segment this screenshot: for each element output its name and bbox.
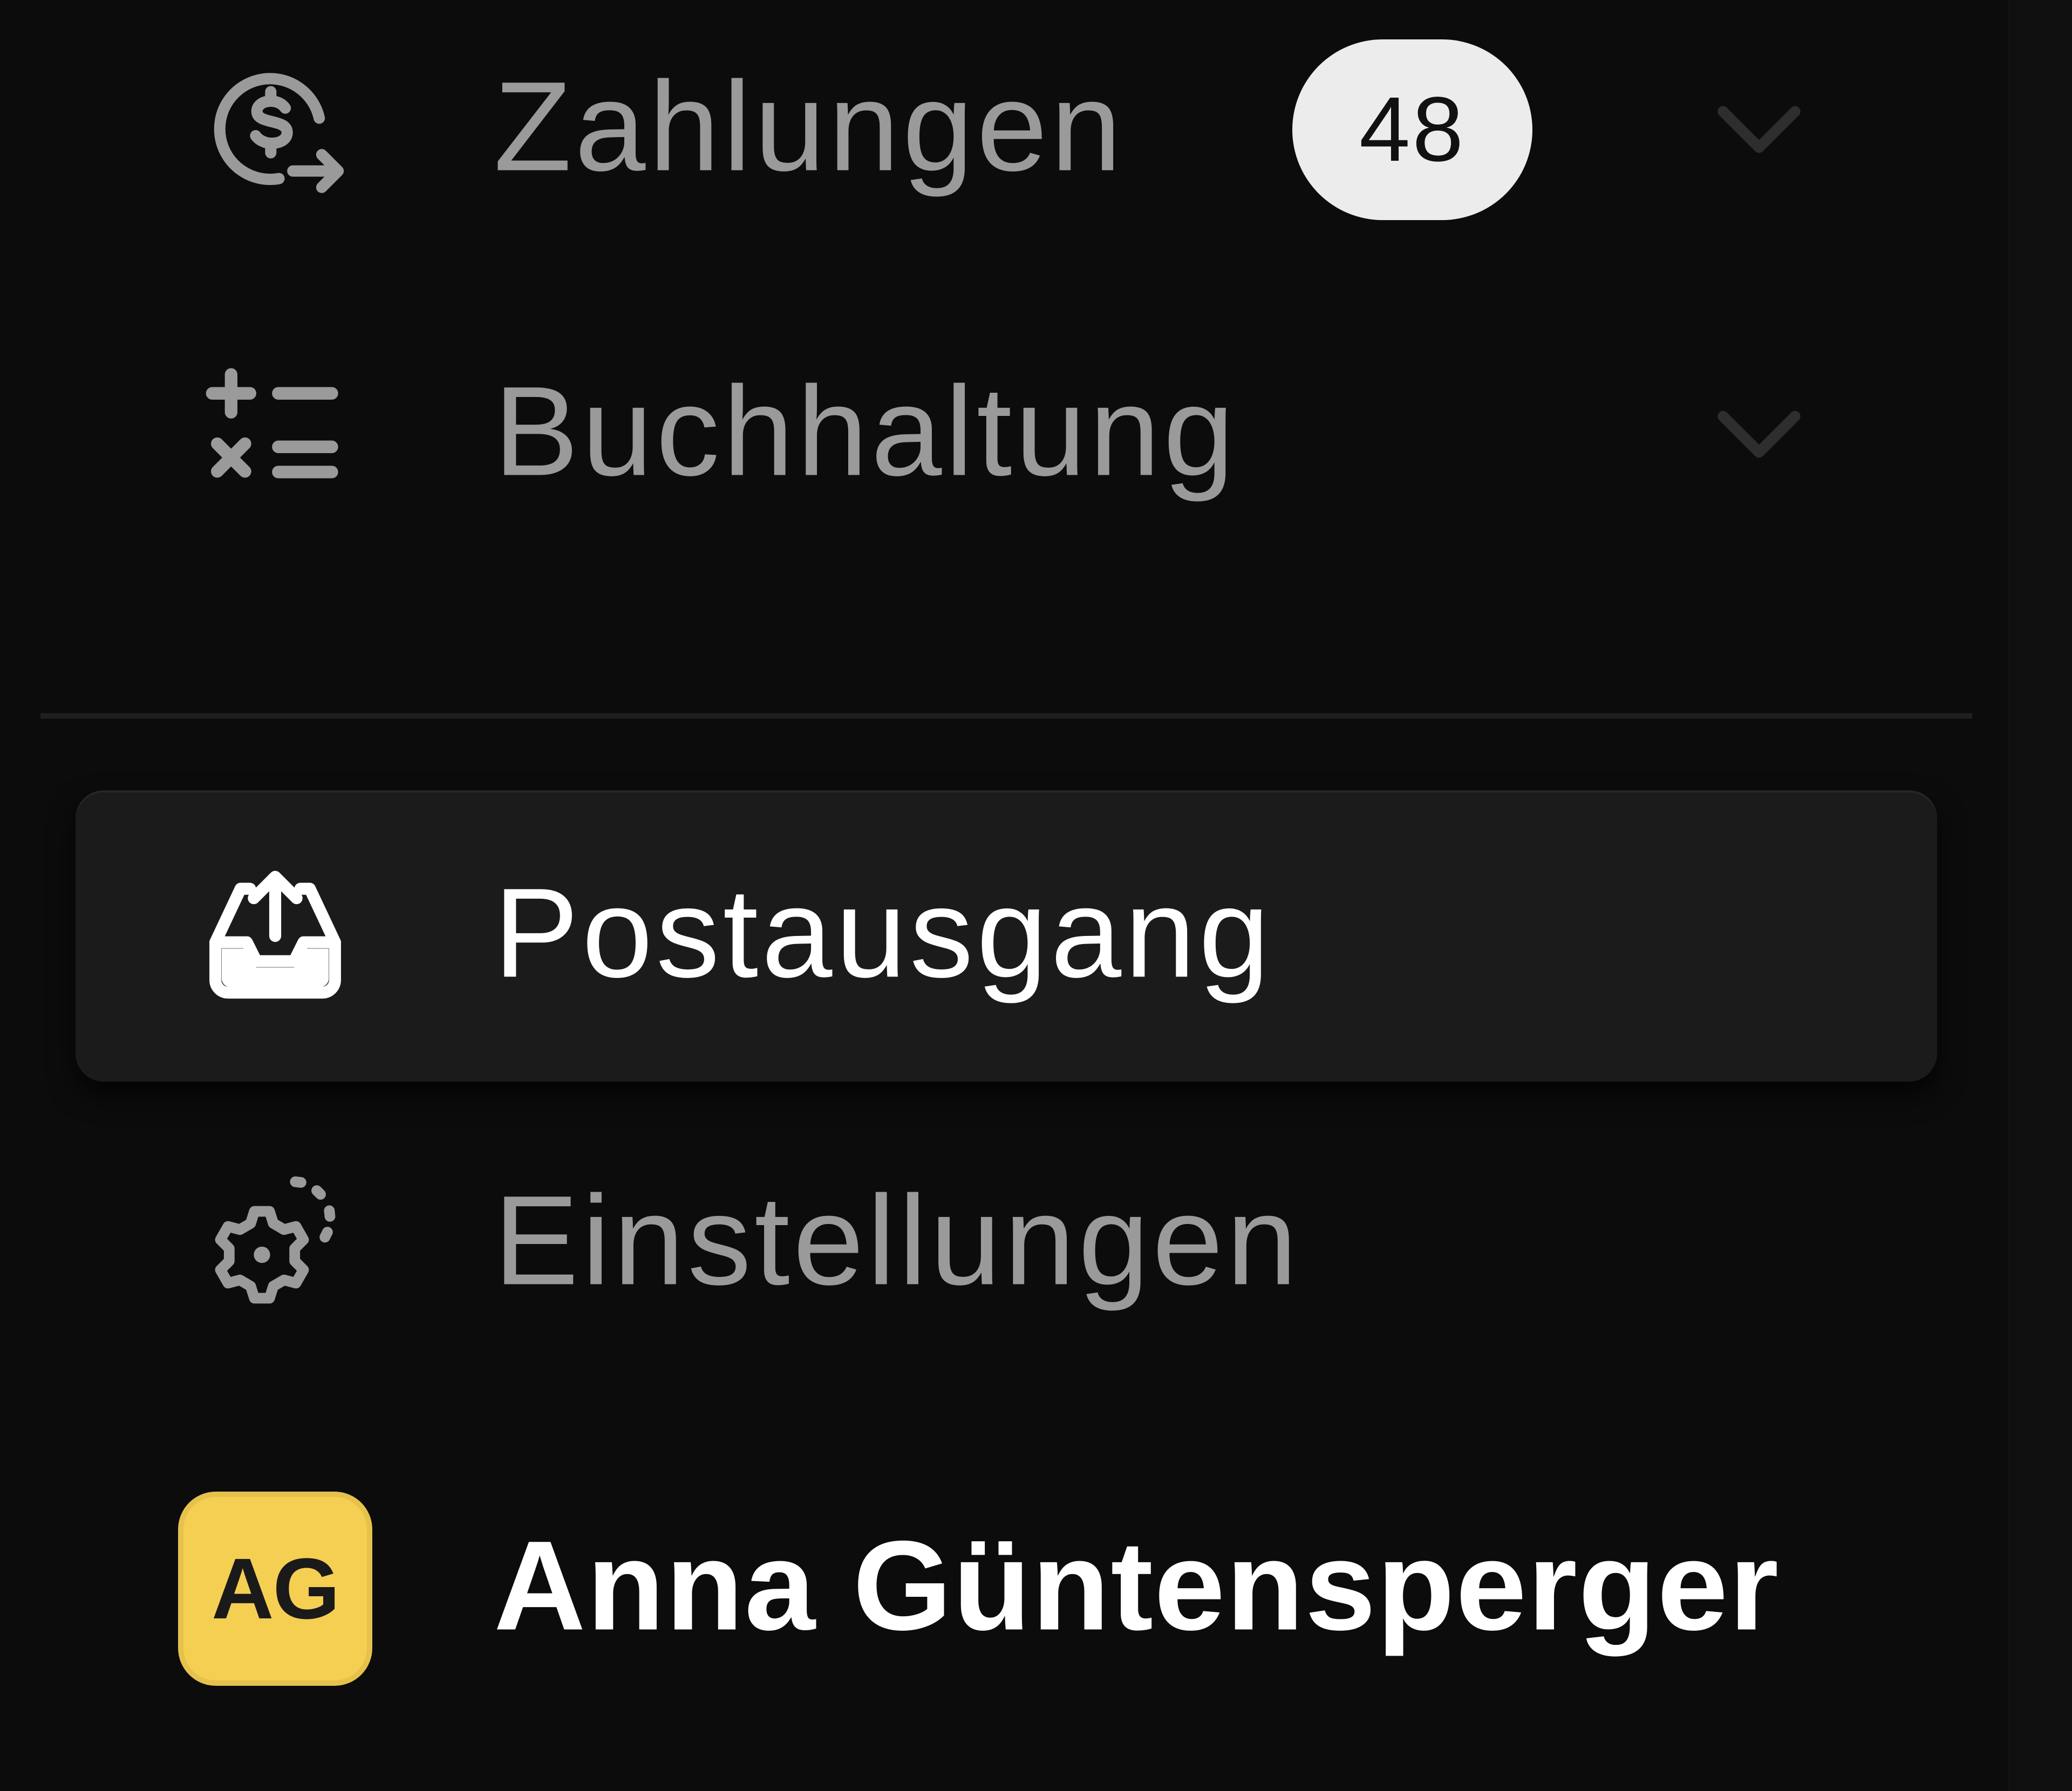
calculator-icon <box>200 359 351 510</box>
scrollbar-track[interactable] <box>2008 0 2072 1791</box>
payment-transfer-icon <box>200 54 351 205</box>
sidebar-divider <box>40 713 1972 719</box>
sidebar-item-postausgang[interactable]: Postausgang <box>76 790 1937 1082</box>
sidebar-item-zahlungen[interactable]: Zahlungen 48 <box>76 0 1937 275</box>
chevron-down-icon[interactable] <box>1705 76 1813 183</box>
user-profile[interactable]: AG Anna Güntensperger <box>76 1446 1937 1732</box>
sidebar-item-label: Buchhaltung <box>494 360 1238 503</box>
sidebar-item-label: Einstellungen <box>494 1169 1301 1312</box>
sidebar-item-buchhaltung[interactable]: Buchhaltung <box>76 289 1937 580</box>
sidebar-item-einstellungen[interactable]: Einstellungen <box>76 1098 1937 1389</box>
sidebar: Zahlungen 48 Buchhaltung Postausgang Ein… <box>0 0 1991 1791</box>
user-name: Anna Güntensperger <box>494 1514 1780 1657</box>
sidebar-item-label: Zahlungen <box>494 55 1125 198</box>
count-badge: 48 <box>1292 39 1532 220</box>
outbox-upload-icon <box>200 860 351 1011</box>
avatar: AG <box>178 1492 372 1686</box>
gear-icon <box>200 1168 351 1319</box>
sidebar-item-label: Postausgang <box>494 862 1273 1004</box>
chevron-down-icon[interactable] <box>1705 380 1813 488</box>
